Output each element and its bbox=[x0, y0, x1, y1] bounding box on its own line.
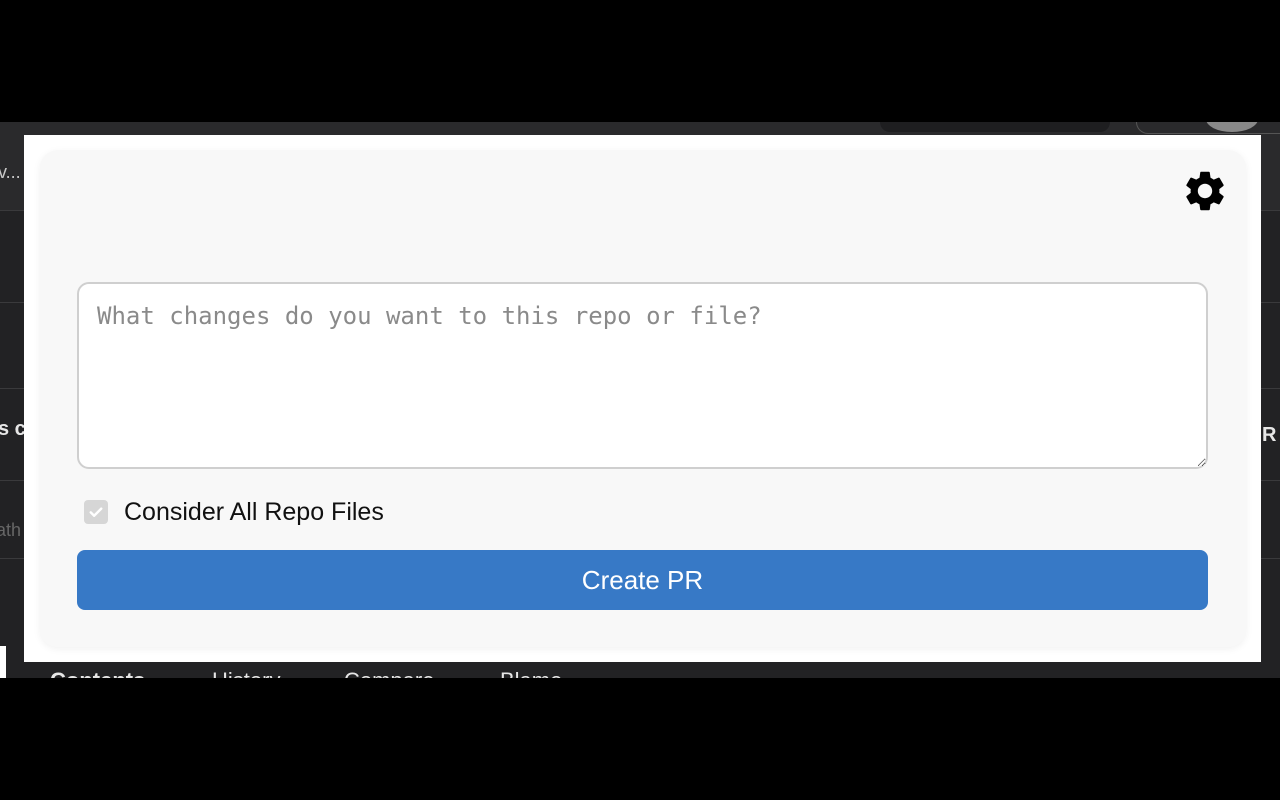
consider-all-files-label: Consider All Repo Files bbox=[124, 497, 384, 526]
background-snippet: v... bbox=[0, 162, 21, 182]
extension-popup: Consider All Repo Files Create PR bbox=[24, 135, 1261, 662]
create-pr-button[interactable]: Create PR bbox=[77, 550, 1208, 610]
background-input-snippet: ath bbox=[0, 520, 22, 540]
gear-icon bbox=[1186, 171, 1224, 211]
tab-contents: Contents bbox=[50, 668, 145, 678]
background-tabs: Contents History Compare Blame bbox=[0, 662, 1280, 678]
tab-history: History bbox=[212, 668, 280, 678]
background-heading: s c bbox=[0, 418, 26, 440]
checkmark-icon bbox=[89, 507, 103, 517]
consider-all-files-row: Consider All Repo Files bbox=[84, 496, 384, 528]
popup-card: Consider All Repo Files Create PR bbox=[40, 150, 1246, 647]
tab-compare: Compare bbox=[344, 668, 434, 678]
background-heading-right: R bbox=[1262, 424, 1277, 446]
background-search-pill bbox=[880, 122, 1110, 132]
tab-blame: Blame bbox=[500, 668, 562, 678]
settings-button[interactable] bbox=[1180, 166, 1230, 216]
consider-all-files-checkbox[interactable] bbox=[84, 500, 108, 524]
prompt-input[interactable] bbox=[77, 282, 1208, 469]
